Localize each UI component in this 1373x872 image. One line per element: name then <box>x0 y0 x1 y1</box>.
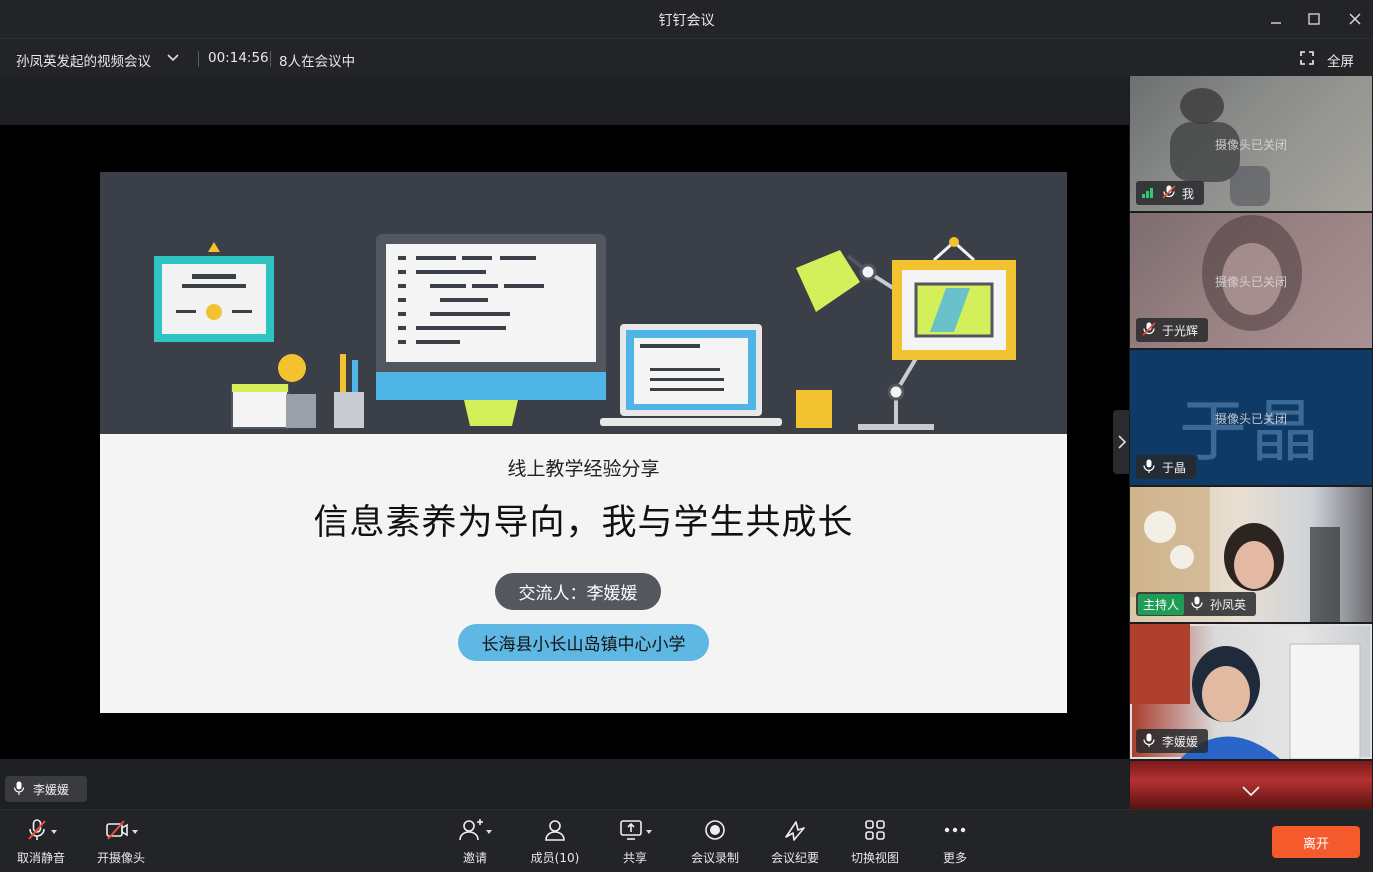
grid-view-icon <box>864 819 886 845</box>
participant-nametag: 于晶 <box>1136 455 1197 479</box>
main-stage: 线上教学经验分享 信息素养为导向，我与学生共成长 交流人：李媛媛 长海县小长山岛… <box>0 76 1129 809</box>
camera-off-status: 摄像头已关闭 <box>1214 275 1287 289</box>
meeting-info-bar: 孙凤英发起的视频会议 00:14:56 8人在会议中 全屏 <box>0 38 1373 76</box>
participant-tile-me[interactable]: 摄像头已关闭 我 <box>1130 76 1372 211</box>
caret-down-icon[interactable] <box>485 830 492 834</box>
meeting-duration: 00:14:56 <box>208 50 269 66</box>
mic-muted-icon <box>26 819 48 845</box>
chevron-down-icon[interactable] <box>1130 785 1372 797</box>
record-icon <box>704 819 726 845</box>
switch-view-button[interactable]: 切换视图 <box>840 820 910 868</box>
minutes-icon <box>783 819 807 845</box>
participant-name: 我 <box>1182 186 1195 201</box>
active-speaker-tag: 李媛媛 <box>5 776 87 802</box>
fullscreen-icon[interactable] <box>1300 51 1314 69</box>
record-button[interactable]: 会议录制 <box>680 820 750 868</box>
close-icon[interactable] <box>1343 8 1367 30</box>
leave-button[interactable]: 离开 <box>1272 826 1360 858</box>
more-button[interactable]: 更多 <box>920 820 990 868</box>
participants-sidebar: 摄像头已关闭 我 摄像头已关闭 于光辉 于晶 摄像头已关闭 于晶 主持人 孙凤英… <box>1129 76 1373 809</box>
participant-name: 孙凤英 <box>1210 597 1247 612</box>
members-button[interactable]: 成员(10) <box>520 820 590 868</box>
members-icon <box>543 819 567 845</box>
share-button[interactable]: 共享 <box>600 820 670 868</box>
presentation-slide: 线上教学经验分享 信息素养为导向，我与学生共成长 交流人：李媛媛 长海县小长山岛… <box>100 172 1067 713</box>
unmute-label: 取消静音 <box>16 851 65 865</box>
share-label: 共享 <box>622 851 647 865</box>
window-title: 钉钉会议 <box>658 13 715 29</box>
slide-school: 长海县小长山岛镇中心小学 <box>458 624 709 661</box>
participant-tile-sun-fengying[interactable]: 主持人 孙凤英 <box>1130 487 1372 622</box>
participant-tile-li-yuanyuan[interactable]: 李媛媛 <box>1130 624 1372 759</box>
participant-nametag: 李媛媛 <box>1136 729 1209 753</box>
meeting-name[interactable]: 孙凤英发起的视频会议 <box>16 50 151 70</box>
add-user-icon <box>458 819 483 845</box>
camera-on-button[interactable]: 开摄像头 <box>86 820 156 868</box>
participant-nametag: 于光辉 <box>1136 318 1209 342</box>
participant-tile-partial[interactable] <box>1130 761 1372 809</box>
participant-tile-yu-jing[interactable]: 于晶 摄像头已关闭 于晶 <box>1130 350 1372 485</box>
participant-nametag: 我 <box>1136 181 1205 205</box>
signal-strength-icon <box>1142 186 1156 201</box>
camera-off-status: 摄像头已关闭 <box>1214 138 1287 152</box>
invite-label: 邀请 <box>462 851 487 865</box>
shared-screen: 线上教学经验分享 信息素养为导向，我与学生共成长 交流人：李媛媛 长海县小长山岛… <box>0 125 1129 759</box>
camera-on-label: 开摄像头 <box>96 851 145 865</box>
participants-count[interactable]: 8人在会议中 <box>279 50 355 70</box>
slide-presenter: 交流人：李媛媛 <box>495 573 661 610</box>
minutes-label: 会议纪要 <box>770 851 819 865</box>
microphone-icon <box>1142 459 1156 476</box>
meeting-toolbar: 取消静音 开摄像头 邀请 成员(10) 共享 会议录制 会议纪要 切换视图 更多… <box>0 809 1373 872</box>
caret-down-icon[interactable] <box>131 830 138 834</box>
collapse-sidebar-button[interactable] <box>1113 410 1130 474</box>
participant-tile-yu-guanghui[interactable]: 摄像头已关闭 于光辉 <box>1130 213 1372 348</box>
minimize-icon[interactable] <box>1264 8 1288 30</box>
slide-headline: 信息素养为导向，我与学生共成长 <box>313 503 854 543</box>
fullscreen-label[interactable]: 全屏 <box>1327 50 1354 70</box>
caret-down-icon[interactable] <box>50 830 57 834</box>
mic-muted-icon <box>1162 184 1176 202</box>
unmute-button[interactable]: 取消静音 <box>6 819 76 868</box>
share-screen-icon <box>619 819 643 845</box>
microphone-icon <box>1190 596 1204 613</box>
maximize-icon[interactable] <box>1302 8 1326 30</box>
participant-name: 于光辉 <box>1162 323 1199 338</box>
microphone-icon <box>13 781 25 798</box>
camera-off-icon <box>105 820 129 844</box>
title-bar: 钉钉会议 <box>0 0 1373 38</box>
participant-nametag: 主持人 孙凤英 <box>1136 592 1257 616</box>
members-label: 成员(10) <box>530 851 580 865</box>
more-label: 更多 <box>942 851 967 865</box>
camera-off-status: 摄像头已关闭 <box>1214 412 1287 426</box>
mic-muted-icon <box>1142 321 1156 339</box>
more-icon <box>943 819 967 845</box>
microphone-icon <box>1142 733 1156 750</box>
active-speaker-name: 李媛媛 <box>33 782 70 797</box>
caret-down-icon[interactable] <box>645 830 652 834</box>
participant-name: 李媛媛 <box>1162 734 1199 749</box>
participant-name: 于晶 <box>1162 460 1187 475</box>
host-badge: 主持人 <box>1138 593 1185 615</box>
minutes-button[interactable]: 会议纪要 <box>760 820 830 868</box>
switch-view-label: 切换视图 <box>850 851 899 865</box>
invite-button[interactable]: 邀请 <box>440 819 510 868</box>
slide-subtitle: 线上教学经验分享 <box>507 458 660 480</box>
slide-illustration <box>100 172 1067 434</box>
chevron-right-icon <box>1117 435 1126 449</box>
record-label: 会议录制 <box>690 851 739 865</box>
chevron-down-icon[interactable] <box>166 51 180 69</box>
